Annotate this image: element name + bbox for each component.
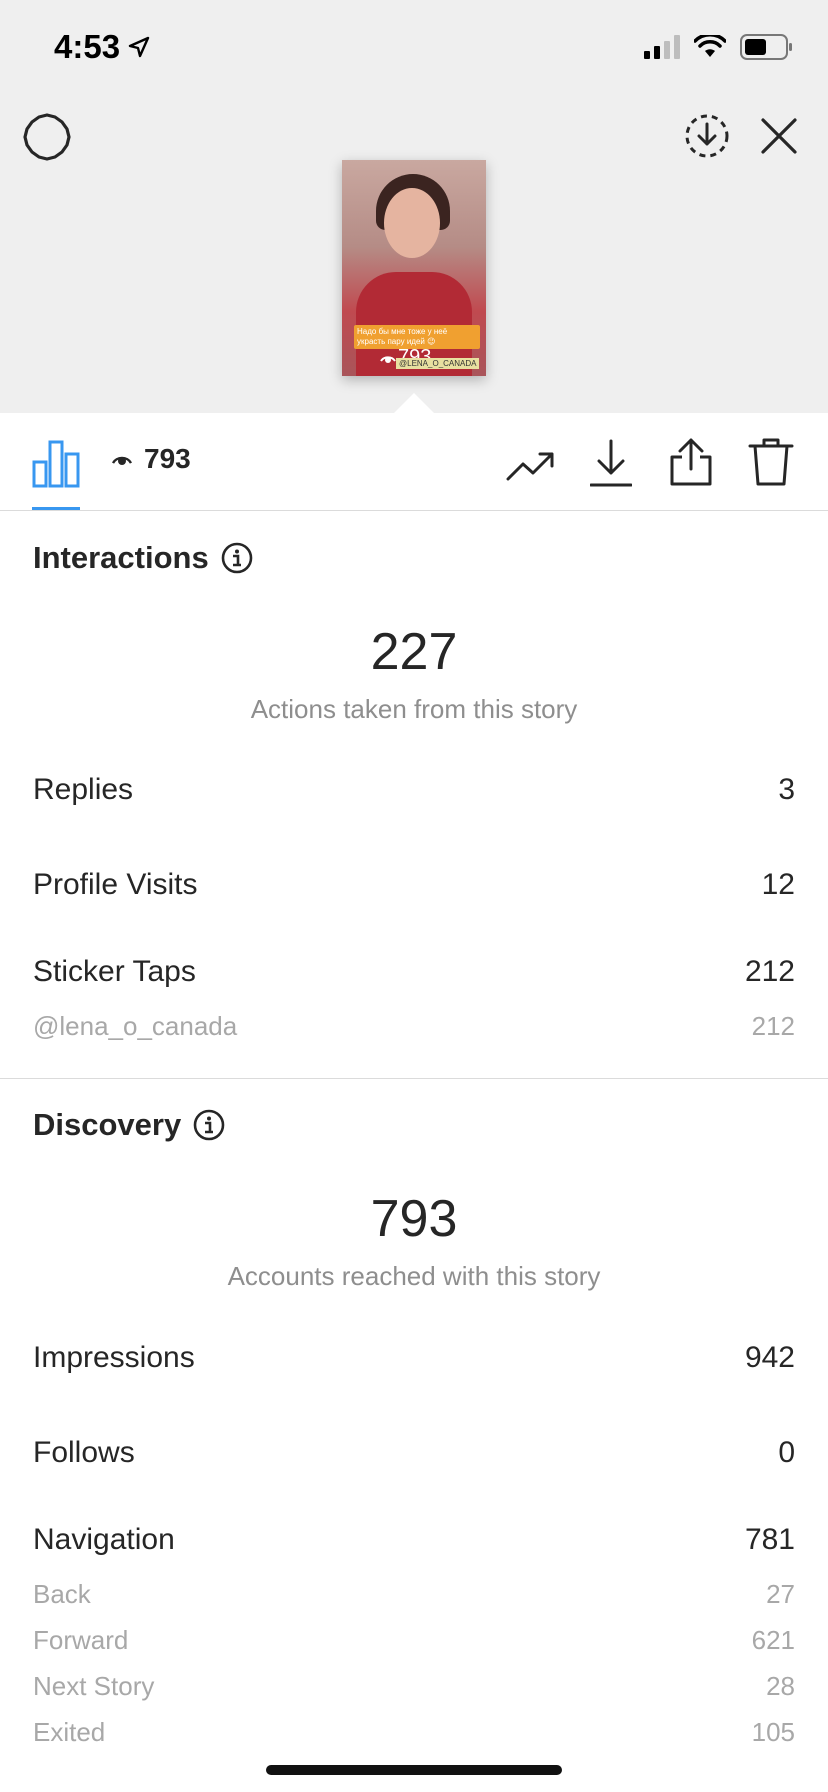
status-bar-time: 4:53 (54, 28, 150, 66)
row-label: Next Story (33, 1671, 155, 1701)
toolbar-view-count: 793 (144, 443, 191, 474)
active-tab-indicator (32, 507, 80, 510)
row-value: 0 (778, 1436, 795, 1469)
thumbnail-pointer (394, 393, 434, 413)
discovery-total-label: Accounts reached with this story (227, 1261, 601, 1291)
insights-bar-chart-icon[interactable] (32, 438, 80, 488)
discovery-total: 793 (370, 1190, 458, 1248)
interactions-total-label: Actions taken from this story (250, 694, 578, 724)
row-value: 27 (766, 1579, 795, 1609)
status-bar-indicators (644, 34, 794, 60)
interaction-row-sticker-taps: Sticker Taps 212 (33, 955, 795, 989)
navigation-row-back: Back 27 (33, 1579, 795, 1610)
discovery-row-navigation: Navigation 781 (33, 1523, 795, 1557)
navigation-row-forward: Forward 621 (33, 1625, 795, 1656)
row-value: 105 (751, 1717, 795, 1747)
discovery-row-impressions: Impressions 942 (33, 1341, 795, 1375)
row-value: 942 (744, 1341, 795, 1374)
interactions-total: 227 (370, 623, 458, 681)
story-preview-header: 4:53 Надо бы мне тоже у неё украсть пару… (0, 0, 828, 413)
row-value: 212 (744, 955, 795, 988)
discovery-heading: Discovery (33, 1107, 225, 1143)
navigation-row-exited: Exited 105 (33, 1717, 795, 1748)
insights-toolbar: 793 (0, 413, 828, 511)
row-label: Exited (33, 1717, 106, 1747)
interaction-row-profile-visits: Profile Visits 12 (33, 868, 795, 902)
settings-gear-icon[interactable] (22, 112, 72, 162)
location-arrow-icon (128, 36, 150, 58)
row-label: Navigation (33, 1523, 175, 1556)
row-label: @lena_o_canada (33, 1011, 238, 1041)
eye-icon (112, 456, 132, 465)
close-icon[interactable] (760, 117, 798, 155)
section-divider (0, 1078, 828, 1079)
row-value: 3 (778, 773, 795, 806)
viewers-tab[interactable]: 793 (112, 443, 191, 475)
cellular-signal-icon (644, 35, 680, 59)
discovery-title: Discovery (33, 1107, 182, 1142)
views-eye-icon (380, 355, 396, 363)
row-label: Profile Visits (33, 868, 198, 901)
row-label: Back (33, 1579, 91, 1609)
row-label: Sticker Taps (33, 955, 196, 988)
row-value: 212 (751, 1011, 795, 1041)
download-icon[interactable] (590, 439, 632, 487)
story-photo-face (384, 188, 440, 258)
discovery-row-follows: Follows 0 (33, 1436, 795, 1470)
wifi-icon (694, 35, 726, 57)
home-indicator[interactable] (266, 1765, 562, 1775)
interactions-heading: Interactions (33, 540, 253, 576)
row-label: Follows (33, 1436, 135, 1469)
save-story-icon[interactable] (684, 113, 730, 159)
mention-sticker: @LENA_O_CANADA (396, 358, 480, 369)
info-icon[interactable] (193, 1109, 225, 1141)
battery-icon (740, 34, 792, 60)
interactions-title: Interactions (33, 540, 209, 575)
row-label: Impressions (33, 1341, 195, 1374)
trending-up-icon[interactable] (506, 449, 556, 483)
row-label: Replies (33, 773, 134, 806)
navigation-row-next-story: Next Story 28 (33, 1671, 795, 1702)
info-icon[interactable] (221, 542, 253, 574)
sticker-detail-row: @lena_o_canada 212 (33, 1011, 795, 1042)
row-label: Forward (33, 1625, 129, 1655)
row-value: 621 (751, 1625, 795, 1655)
row-value: 12 (761, 868, 795, 901)
row-value: 781 (744, 1523, 795, 1556)
interaction-row-replies: Replies 3 (33, 773, 795, 807)
clock-text: 4:53 (54, 28, 121, 65)
share-icon[interactable] (668, 437, 714, 487)
story-thumbnail[interactable]: Надо бы мне тоже у неё украсть пару идей… (342, 160, 486, 376)
row-value: 28 (766, 1671, 795, 1701)
delete-trash-icon[interactable] (748, 437, 794, 487)
